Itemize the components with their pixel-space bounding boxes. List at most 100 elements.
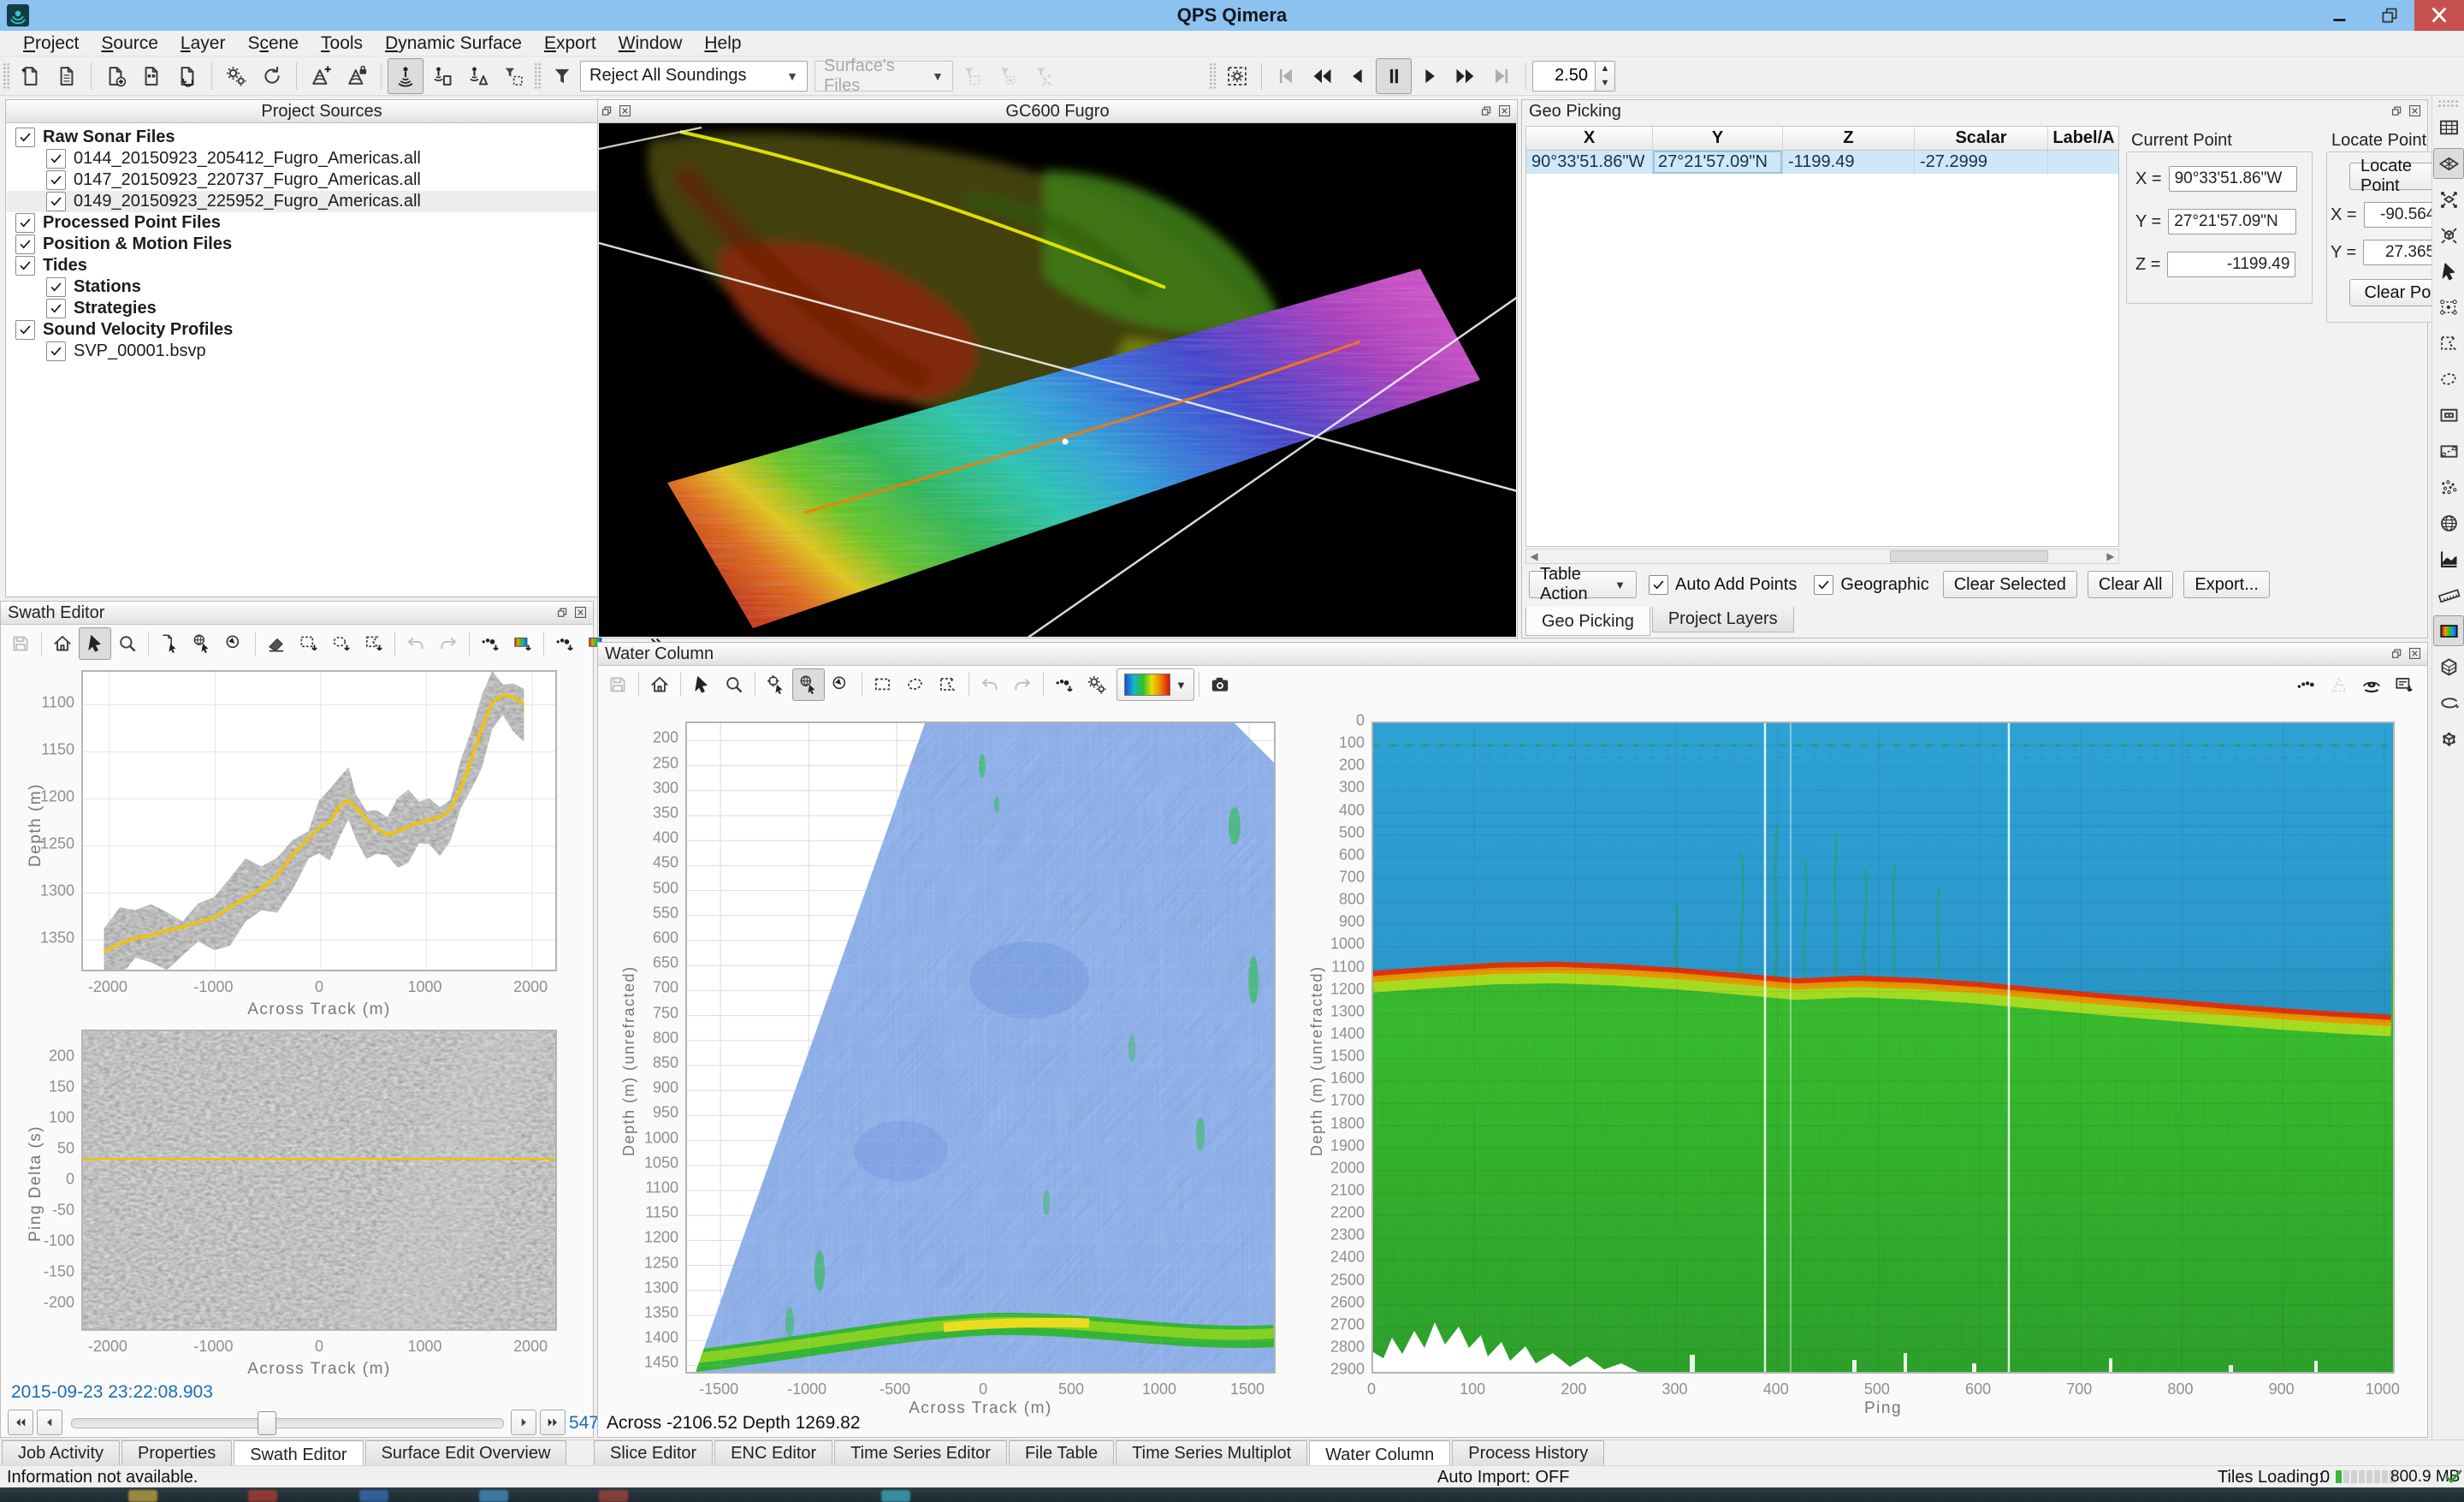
open-project-button[interactable]: [49, 58, 85, 94]
checkbox[interactable]: [46, 299, 66, 318]
add-processed-points-button[interactable]: [133, 58, 169, 94]
scroll-left-icon[interactable]: ◀: [1526, 549, 1542, 563]
float-panel-icon[interactable]: [2386, 644, 2405, 662]
rail-measure-tool[interactable]: [2433, 579, 2464, 610]
scene-3d-viewport[interactable]: [599, 123, 1516, 637]
tree-item[interactable]: Stations: [7, 276, 637, 298]
tab-project-layers[interactable]: Project Layers: [1652, 607, 1794, 632]
menu-dynamic-surface[interactable]: Dynamic Surface: [374, 32, 533, 56]
checkbox[interactable]: [15, 235, 35, 254]
rail-bounding-box-button[interactable]: [2433, 723, 2464, 754]
lock-surface-button[interactable]: [339, 58, 375, 94]
menu-scene[interactable]: Scene: [236, 32, 310, 56]
close-panel-icon[interactable]: [571, 603, 589, 621]
column-header[interactable]: Z: [1783, 127, 1915, 150]
eraser-tool[interactable]: [260, 627, 293, 660]
close-panel-icon[interactable]: [615, 101, 634, 120]
view-options-button[interactable]: [2388, 668, 2420, 701]
rail-grip[interactable]: [2437, 99, 2460, 108]
display-settings-button[interactable]: [1081, 668, 1113, 701]
rail-3d-grid-button[interactable]: [2433, 651, 2464, 682]
select-tool[interactable]: [685, 668, 718, 701]
last-ping-button[interactable]: [540, 1410, 566, 1435]
reject-lasso-tool[interactable]: [325, 627, 358, 660]
up-arrow-icon[interactable]: ▲: [1596, 62, 1614, 76]
tree-item[interactable]: Sound Velocity Profiles: [7, 319, 637, 341]
tab-time-series-editor[interactable]: Time Series Editor: [834, 1440, 1007, 1466]
export-button[interactable]: Export...: [2183, 571, 2269, 598]
colormap-dropdown[interactable]: ▼: [1116, 668, 1194, 701]
swath-editor-header[interactable]: Swath Editor: [1, 602, 593, 625]
lasso-select-tool[interactable]: [899, 668, 932, 701]
new-dynamic-surface-button[interactable]: [303, 58, 339, 94]
tab-enc-editor[interactable]: ENC Editor: [714, 1440, 832, 1466]
select-tool[interactable]: [79, 627, 111, 660]
new-project-button[interactable]: [13, 58, 49, 94]
minimize-button[interactable]: [2315, 0, 2365, 31]
filter-soundings-button[interactable]: [544, 58, 580, 94]
toolbar-grip[interactable]: [1209, 62, 1217, 90]
reject-rectangle-tool[interactable]: [293, 627, 325, 660]
rail-surface-button[interactable]: [2433, 148, 2464, 179]
table-cell[interactable]: [2048, 151, 2119, 174]
tab-properties[interactable]: Properties: [121, 1440, 232, 1466]
ping-slider[interactable]: [71, 1418, 504, 1428]
playback-speed-stepper[interactable]: ▲▼: [1596, 61, 1615, 92]
edit-soundings-file-tool[interactable]: [424, 58, 459, 94]
tab-surface-edit-overview[interactable]: Surface Edit Overview: [365, 1440, 567, 1466]
playback-settings-button[interactable]: [1219, 58, 1255, 94]
playback-speed-input[interactable]: 2.50: [1532, 61, 1596, 92]
target-pick-tool[interactable]: [760, 668, 792, 701]
filter-mode-dropdown[interactable]: Reject All Soundings ▼: [580, 61, 808, 92]
checkbox[interactable]: [46, 192, 66, 211]
rail-colormap-button[interactable]: [2433, 615, 2464, 646]
edit-soundings-tool[interactable]: [388, 58, 424, 94]
geo-picking-table[interactable]: XYZScalarLabel/A 90°33'51.86"W27°21'57.0…: [1525, 126, 2119, 547]
rewind-button[interactable]: [1304, 58, 1340, 94]
table-horizontal-scrollbar[interactable]: ◀ ▶: [1525, 549, 2119, 564]
menu-export[interactable]: Export: [533, 32, 607, 56]
table-row[interactable]: 90°33'51.86"W27°21'57.09"N-1199.49-27.29…: [1526, 151, 2118, 174]
auto-add-points-checkbox[interactable]: [1649, 575, 1668, 595]
down-arrow-icon[interactable]: ▼: [1596, 76, 1614, 91]
tree-item[interactable]: Strategies: [7, 298, 637, 319]
table-cell[interactable]: -27.2999: [1915, 151, 2048, 174]
reject-polygon-tool[interactable]: [358, 627, 390, 660]
toolbar-grip[interactable]: [3, 62, 10, 90]
beam-fan-plot[interactable]: [685, 721, 1276, 1374]
rail-scatter-tool[interactable]: [2433, 472, 2464, 502]
current-z-field[interactable]: [2167, 252, 2295, 277]
toolbar-grip[interactable]: [534, 62, 542, 90]
checkbox[interactable]: [15, 213, 35, 233]
rail-rotate-view-button[interactable]: [2433, 687, 2464, 718]
clear-selected-button[interactable]: Clear Selected: [1943, 571, 2077, 598]
rail-rectangle-select-tool[interactable]: [2433, 292, 2464, 323]
clear-all-button[interactable]: Clear All: [2088, 571, 2173, 598]
tree-item[interactable]: 0144_20150923_205412_Fugro_Americas.all: [7, 148, 637, 169]
tree-item[interactable]: Processed Point Files: [7, 212, 637, 234]
rail-zoom-extents-button[interactable]: [2433, 184, 2464, 215]
filter-area-tool[interactable]: [495, 58, 531, 94]
pause-button[interactable]: [1376, 58, 1412, 94]
accept-soundings-button[interactable]: [474, 627, 506, 660]
extract-points-button[interactable]: [1048, 668, 1081, 701]
geographic-checkbox[interactable]: [1814, 575, 1833, 595]
menu-project[interactable]: Project: [12, 32, 90, 56]
scene-3d-header[interactable]: GC600 Fugro: [598, 100, 1517, 123]
locate-pick-tool[interactable]: [218, 627, 251, 660]
current-y-field[interactable]: [2168, 209, 2296, 235]
add-raw-sonar-button[interactable]: [98, 58, 133, 94]
restore-button[interactable]: [2365, 0, 2414, 31]
rail-polygon-select-tool[interactable]: [2433, 328, 2464, 359]
pick-file-tool[interactable]: [153, 627, 186, 660]
next-ping-button[interactable]: [511, 1410, 536, 1435]
scrollbar-thumb[interactable]: [1890, 550, 2049, 562]
tab-geo-picking[interactable]: Geo Picking: [1525, 607, 1650, 636]
reload-files-button[interactable]: [169, 58, 205, 94]
processing-settings-button[interactable]: [218, 58, 254, 94]
ping-slider-thumb[interactable]: [258, 1411, 276, 1435]
close-panel-icon[interactable]: [2405, 101, 2424, 120]
column-header[interactable]: Label/A: [2048, 127, 2119, 150]
rectangle-select-tool[interactable]: [867, 668, 899, 701]
rail-zoom-3d-button[interactable]: [2433, 220, 2464, 251]
